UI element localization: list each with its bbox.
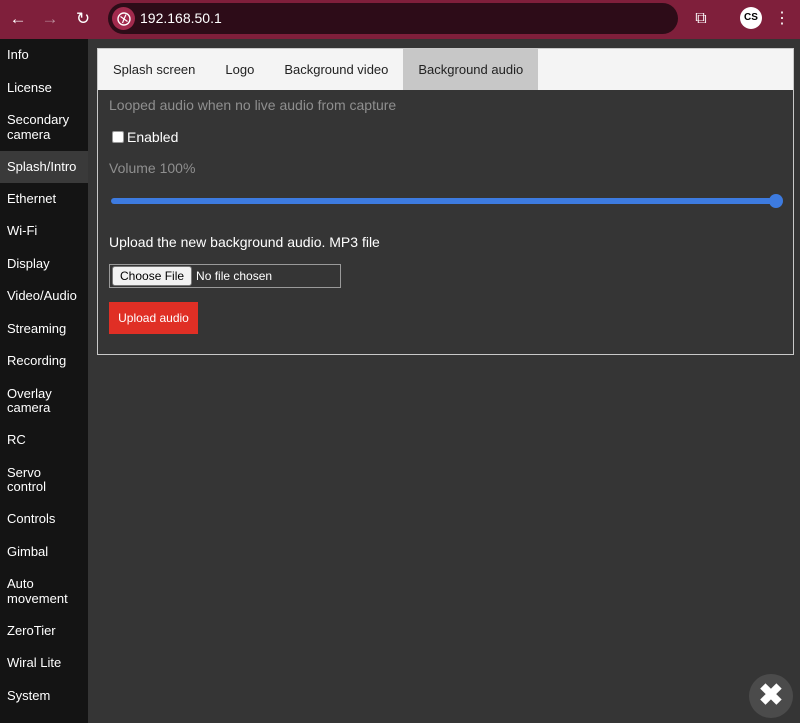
- forward-arrow-icon: →: [41, 9, 59, 28]
- sidebar-item-label: Video/Audio: [7, 288, 77, 304]
- sidebar-item-recording[interactable]: Recording: [0, 345, 88, 378]
- sidebar-item-label: ZeroTier: [7, 622, 56, 638]
- sidebar-item-info[interactable]: Info: [0, 39, 88, 72]
- sidebar-item-label: License: [7, 79, 52, 95]
- sidebar-item-secondary-camera[interactable]: Secondary camera: [0, 104, 88, 151]
- sidebar-item-label: Ethernet: [7, 190, 57, 206]
- sidebar-item-rc[interactable]: RC: [0, 424, 88, 457]
- sidebar-item-license[interactable]: License: [0, 72, 88, 104]
- sidebar-item-label: Recording: [7, 353, 67, 369]
- tab-bar: Splash screen Logo Background video Back…: [98, 49, 793, 90]
- reload-icon: ↻: [75, 9, 91, 28]
- sidebar-item-splash-intro[interactable]: Splash/Intro: [0, 151, 88, 183]
- sidebar-item-label: Streaming: [7, 320, 67, 336]
- sidebar-item-label: Info: [7, 47, 29, 63]
- reload-button[interactable]: ↻: [72, 8, 94, 30]
- sidebar-item-label: Display: [7, 255, 50, 271]
- sidebar-item-auto-movement[interactable]: Auto movement: [0, 568, 88, 615]
- puzzle-icon: ⧉: [695, 10, 707, 27]
- address-bar[interactable]: 192.168.50.1: [108, 3, 678, 34]
- close-button[interactable]: ✖: [749, 674, 793, 718]
- sidebar-item-label: Secondary camera: [7, 112, 70, 142]
- tab-label: Background audio: [418, 62, 524, 77]
- site-info-icon[interactable]: [112, 7, 135, 30]
- sidebar-item-label: Wi-Fi: [7, 223, 38, 239]
- sidebar-item-label: Gimbal: [7, 543, 49, 559]
- sidebar-item-streaming[interactable]: Streaming: [0, 313, 88, 345]
- enabled-toggle-row: Enabled: [112, 129, 178, 145]
- back-button[interactable]: ←: [7, 8, 29, 30]
- sidebar-item-gimbal[interactable]: Gimbal: [0, 536, 88, 568]
- sidebar-item-controls[interactable]: Controls: [0, 503, 88, 536]
- sidebar-item-label: Overlay camera: [7, 385, 52, 415]
- tab-label: Background video: [284, 62, 389, 77]
- audio-file-input[interactable]: Choose File No file chosen: [109, 264, 341, 288]
- choose-file-button[interactable]: Choose File: [112, 266, 193, 286]
- url-text: 192.168.50.1: [140, 10, 222, 26]
- sidebar-item-video-audio[interactable]: Video/Audio: [0, 280, 88, 313]
- kebab-menu-icon: ⋮: [774, 10, 790, 27]
- browser-menu-button[interactable]: ⋮: [771, 8, 793, 30]
- sidebar-item-label: Servo control: [7, 464, 47, 494]
- sidebar-item-label: RC: [7, 432, 26, 448]
- tab-label: Logo: [225, 62, 255, 77]
- sidebar-item-label: Splash/Intro: [7, 158, 77, 174]
- sidebar-item-display[interactable]: Display: [0, 248, 88, 280]
- sidebar: Info License Secondary camera Splash/Int…: [0, 39, 88, 723]
- upload-audio-button[interactable]: Upload audio: [109, 302, 198, 334]
- sidebar-item-wifi[interactable]: Wi-Fi: [0, 215, 88, 248]
- file-status-text: No file chosen: [196, 269, 273, 283]
- tab-background-audio[interactable]: Background audio: [403, 49, 539, 90]
- sidebar-item-label: System: [7, 687, 51, 703]
- extensions-button[interactable]: ⧉: [690, 8, 712, 30]
- tab-splash-screen[interactable]: Splash screen: [98, 49, 210, 90]
- sidebar-item-wiral-lite[interactable]: Wiral Lite: [0, 647, 88, 680]
- sidebar-item-label: Auto movement: [7, 576, 68, 606]
- sidebar-item-overlay-camera[interactable]: Overlay camera: [0, 378, 88, 424]
- close-icon: ✖: [758, 679, 784, 712]
- sidebar-item-system[interactable]: System: [0, 680, 88, 712]
- sidebar-item-zerotier[interactable]: ZeroTier: [0, 615, 88, 647]
- volume-slider-thumb[interactable]: [769, 194, 783, 208]
- profile-avatar[interactable]: CS: [740, 7, 762, 29]
- tab-background-video[interactable]: Background video: [269, 49, 403, 90]
- tab-logo[interactable]: Logo: [210, 49, 269, 90]
- sidebar-item-label: Controls: [7, 511, 56, 527]
- volume-label: Volume 100%: [109, 160, 196, 176]
- browser-toolbar: ← → ↻ 192.168.50.1 ⧉ CS ⋮: [0, 0, 800, 39]
- sidebar-item-label: Wiral Lite: [7, 655, 62, 671]
- profile-initials: CS: [744, 12, 758, 23]
- background-audio-panel: Splash screen Logo Background video Back…: [97, 48, 794, 355]
- forward-button[interactable]: →: [39, 8, 61, 30]
- upload-instructions: Upload the new background audio. MP3 fil…: [109, 234, 380, 250]
- back-arrow-icon: ←: [9, 9, 27, 28]
- section-description: Looped audio when no live audio from cap…: [109, 97, 397, 113]
- volume-slider-track[interactable]: [111, 198, 782, 204]
- enabled-checkbox[interactable]: [112, 131, 124, 143]
- sidebar-item-ethernet[interactable]: Ethernet: [0, 183, 88, 215]
- enabled-label[interactable]: Enabled: [127, 129, 178, 145]
- tab-label: Splash screen: [113, 62, 196, 77]
- sidebar-item-servo-control[interactable]: Servo control: [0, 457, 88, 503]
